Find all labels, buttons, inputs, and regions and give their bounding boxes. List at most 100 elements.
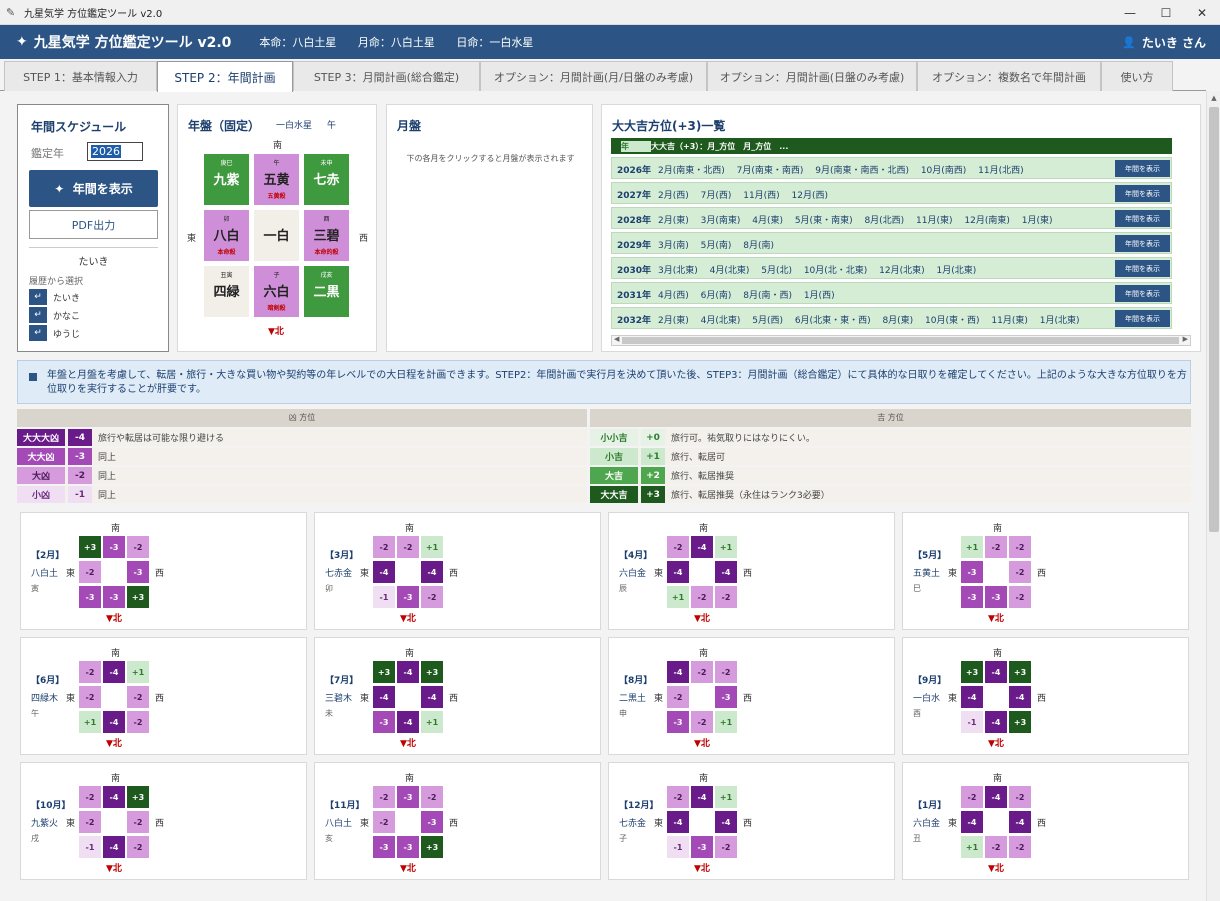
direction-cell[interactable]: -4 — [1009, 811, 1031, 833]
direction-cell[interactable]: -4 — [985, 786, 1007, 808]
enter-icon[interactable]: ↵ — [29, 325, 47, 341]
direction-cell[interactable]: -2 — [373, 536, 395, 558]
nenban-cell[interactable]: 午五黄 五黄殺 — [253, 153, 300, 206]
show-year-button[interactable]: 年間を表示 — [1115, 285, 1170, 302]
direction-cell[interactable]: +3 — [373, 661, 395, 683]
direction-cell[interactable]: -2 — [79, 786, 101, 808]
maximize-icon[interactable]: ☐ — [1148, 0, 1184, 25]
direction-cell[interactable]: -2 — [373, 786, 395, 808]
direction-cell[interactable]: -2 — [667, 786, 689, 808]
direction-cell[interactable]: -2 — [691, 661, 713, 683]
direction-cell[interactable]: -2 — [127, 811, 149, 833]
direction-cell[interactable]: -4 — [961, 811, 983, 833]
direction-cell[interactable]: -4 — [421, 561, 443, 583]
direction-cell[interactable]: -4 — [985, 661, 1007, 683]
direction-cell[interactable]: -3 — [373, 711, 395, 733]
direction-cell[interactable]: -3 — [103, 536, 125, 558]
direction-cell[interactable]: -2 — [715, 661, 737, 683]
show-year-button[interactable]: 年間を表示 — [1115, 185, 1170, 202]
show-year-button[interactable]: 年間を表示 — [1115, 310, 1170, 327]
direction-cell[interactable]: -3 — [103, 586, 125, 608]
month-card[interactable]: 【8月】 二黒土申南東西 ▼北 -4 -2 -2 -2 -3 -3 -2 +1 — [608, 637, 895, 755]
direction-cell[interactable]: -4 — [1009, 686, 1031, 708]
direction-cell[interactable]: -4 — [667, 561, 689, 583]
direction-cell[interactable]: -3 — [397, 836, 419, 858]
direction-cell[interactable]: -2 — [421, 586, 443, 608]
direction-cell[interactable]: -3 — [79, 586, 101, 608]
direction-cell[interactable]: -4 — [667, 811, 689, 833]
direction-cell[interactable]: -2 — [397, 536, 419, 558]
year-input[interactable]: 2026 — [87, 142, 143, 161]
direction-cell[interactable]: -3 — [421, 811, 443, 833]
nenban-cell[interactable]: 子六白 暗剣殺 — [253, 265, 300, 318]
scroll-thumb[interactable] — [1209, 107, 1219, 532]
direction-cell[interactable]: -2 — [1009, 786, 1031, 808]
direction-cell[interactable]: +1 — [715, 711, 737, 733]
direction-cell[interactable]: -2 — [127, 836, 149, 858]
direction-cell[interactable]: +1 — [421, 711, 443, 733]
scroll-thumb[interactable] — [622, 337, 1179, 344]
tab-step2[interactable]: STEP 2：年間計画 — [157, 61, 293, 92]
direction-cell[interactable]: -2 — [127, 536, 149, 558]
nenban-cell[interactable]: 戌亥 二黒 — [303, 265, 350, 318]
direction-cell[interactable]: -2 — [1009, 561, 1031, 583]
minimize-icon[interactable]: — — [1112, 0, 1148, 25]
direction-cell[interactable]: +3 — [1009, 711, 1031, 733]
nenban-cell[interactable]: 未申 七赤 — [303, 153, 350, 206]
direction-cell[interactable]: +1 — [961, 536, 983, 558]
enter-icon[interactable]: ↵ — [29, 289, 47, 305]
direction-cell[interactable]: -2 — [715, 836, 737, 858]
direction-cell[interactable]: +3 — [127, 786, 149, 808]
tab-step1[interactable]: STEP 1：基本情報入力 — [4, 61, 157, 91]
direction-cell[interactable]: -3 — [397, 786, 419, 808]
direction-cell[interactable]: -3 — [373, 836, 395, 858]
direction-cell[interactable]: -2 — [421, 786, 443, 808]
month-card[interactable]: 【12月】 七赤金子南東西 ▼北 -2 -4 +1 -4 -4 -1 -3 -2 — [608, 762, 895, 880]
direction-cell[interactable]: -3 — [985, 586, 1007, 608]
direction-cell[interactable]: -3 — [127, 561, 149, 583]
enter-icon[interactable]: ↵ — [29, 307, 47, 323]
show-year-button[interactable]: 年間を表示 — [1115, 210, 1170, 227]
direction-cell[interactable]: -2 — [667, 686, 689, 708]
direction-cell[interactable]: +1 — [421, 536, 443, 558]
direction-cell[interactable]: +3 — [79, 536, 101, 558]
history-item[interactable]: ↵ かなこ — [29, 307, 80, 323]
show-year-button[interactable]: 年間を表示 — [1115, 260, 1170, 277]
tab-option-day[interactable]: オプション：月間計画(日盤のみ考慮) — [707, 61, 917, 91]
direction-cell[interactable]: +1 — [127, 661, 149, 683]
direction-cell[interactable]: -2 — [127, 711, 149, 733]
direction-cell[interactable]: +3 — [961, 661, 983, 683]
direction-cell[interactable]: -4 — [691, 786, 713, 808]
direction-cell[interactable]: -4 — [397, 661, 419, 683]
direction-cell[interactable]: -4 — [103, 786, 125, 808]
tab-option-multi[interactable]: オプション：複数名で年間計画 — [917, 61, 1101, 91]
direction-cell[interactable]: -4 — [421, 686, 443, 708]
direction-cell[interactable]: -3 — [667, 711, 689, 733]
nenban-cell[interactable]: 庚巳 九紫 — [203, 153, 250, 206]
month-card[interactable]: 【5月】 五黄土巳南東西 ▼北 +1 -2 -2 -3 -2 -3 -3 -2 — [902, 512, 1189, 630]
show-year-button[interactable]: 年間を表示 — [1115, 235, 1170, 252]
direction-cell[interactable]: +1 — [961, 836, 983, 858]
pdf-export-button[interactable]: PDF出力 — [29, 210, 158, 239]
direction-cell[interactable]: -4 — [667, 661, 689, 683]
tab-step3[interactable]: STEP 3：月間計画(総合鑑定) — [293, 61, 480, 91]
direction-cell[interactable]: -2 — [1009, 836, 1031, 858]
direction-cell[interactable]: -2 — [79, 561, 101, 583]
direction-cell[interactable]: -2 — [961, 786, 983, 808]
direction-cell[interactable]: -4 — [103, 836, 125, 858]
direction-cell[interactable]: -2 — [691, 711, 713, 733]
direction-cell[interactable]: -4 — [961, 686, 983, 708]
direction-cell[interactable]: -4 — [985, 711, 1007, 733]
scroll-right-icon[interactable]: ▶ — [1183, 335, 1188, 343]
direction-cell[interactable]: -3 — [691, 836, 713, 858]
month-card[interactable]: 【1月】 六白金丑南東西 ▼北 -2 -4 -2 -4 -4 +1 -2 -2 — [902, 762, 1189, 880]
direction-cell[interactable]: -2 — [985, 836, 1007, 858]
direction-cell[interactable]: -2 — [79, 811, 101, 833]
month-card[interactable]: 【3月】 七赤金卯南東西 ▼北 -2 -2 +1 -4 -4 -1 -3 -2 — [314, 512, 601, 630]
direction-cell[interactable]: +1 — [715, 786, 737, 808]
month-card[interactable]: 【4月】 六白金辰南東西 ▼北 -2 -4 +1 -4 -4 +1 -2 -2 — [608, 512, 895, 630]
direction-cell[interactable]: +1 — [715, 536, 737, 558]
direction-cell[interactable]: -1 — [961, 711, 983, 733]
user-menu[interactable]: 👤 たいき さん — [1122, 34, 1206, 51]
direction-cell[interactable]: -3 — [397, 586, 419, 608]
